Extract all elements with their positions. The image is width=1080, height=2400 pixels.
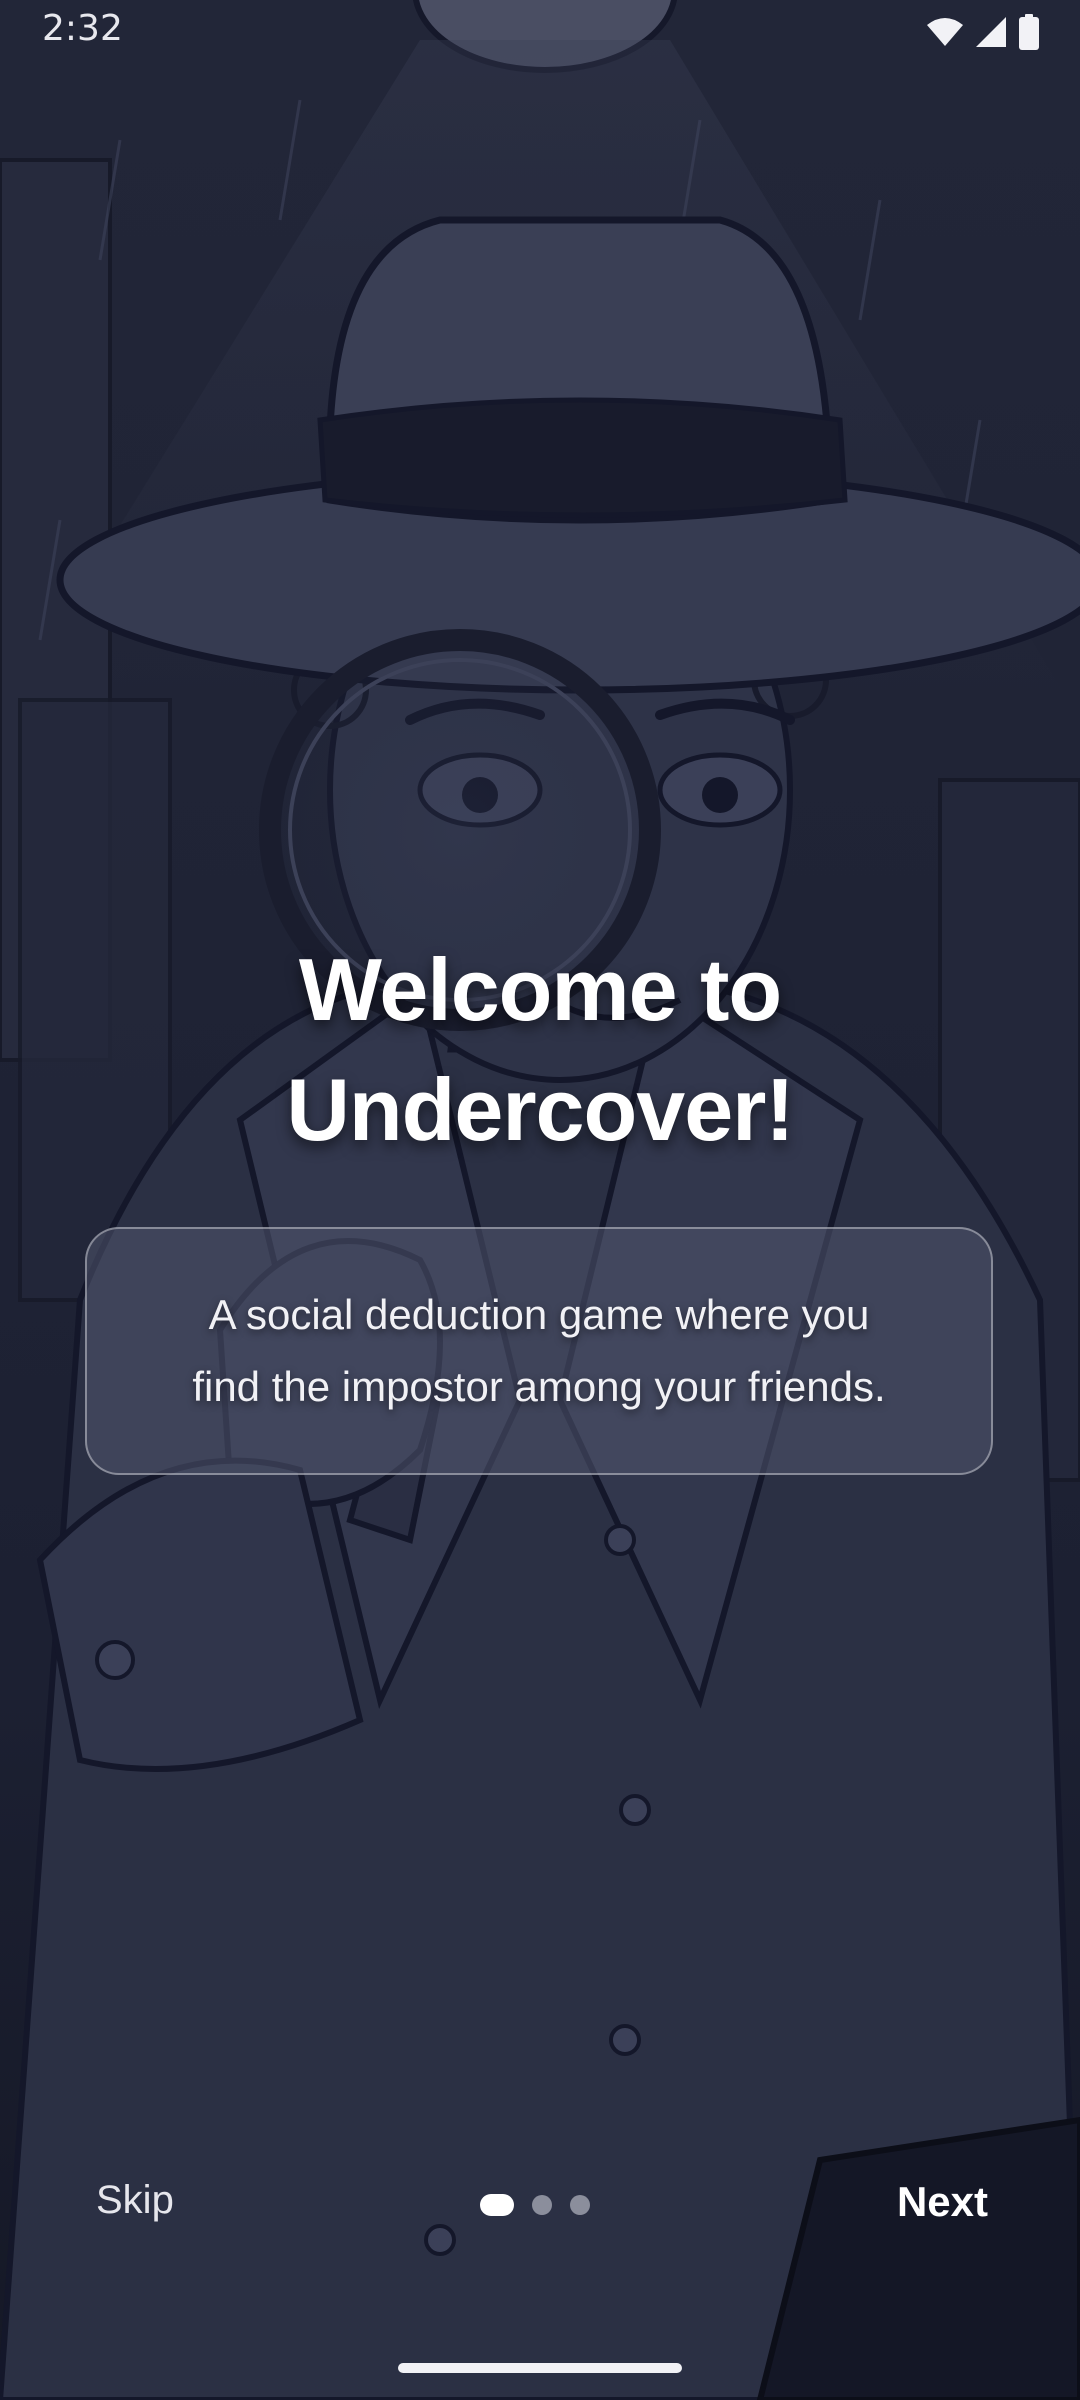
description-card: A social deduction game where you find t…: [85, 1227, 993, 1475]
description-line-2: find the impostor among your friends.: [192, 1363, 886, 1410]
skip-button[interactable]: Skip: [96, 2178, 174, 2223]
welcome-title: Welcome to Undercover!: [90, 930, 990, 1170]
page-indicator: [480, 2194, 590, 2216]
status-bar: 2:32: [0, 0, 1080, 62]
title-line-1: Welcome to: [298, 940, 782, 1039]
home-indicator[interactable]: [398, 2363, 682, 2373]
detective-illustration: [0, 0, 1080, 2400]
signal-icon: [976, 17, 1006, 47]
page-dot: [532, 2195, 552, 2215]
page-dot-active: [480, 2194, 514, 2216]
description-text: A social deduction game where you find t…: [192, 1279, 885, 1423]
title-line-2: Undercover!: [286, 1060, 794, 1159]
onboarding-screen: 2:32 Welcome to Undercover! A social ded…: [0, 0, 1080, 2400]
status-time: 2:32: [42, 8, 123, 49]
page-dot: [570, 2195, 590, 2215]
wifi-icon: [927, 18, 963, 46]
next-button[interactable]: Next: [897, 2178, 988, 2226]
battery-icon: [1019, 14, 1039, 50]
description-line-1: A social deduction game where you: [208, 1291, 870, 1338]
status-icons: [926, 12, 1040, 52]
